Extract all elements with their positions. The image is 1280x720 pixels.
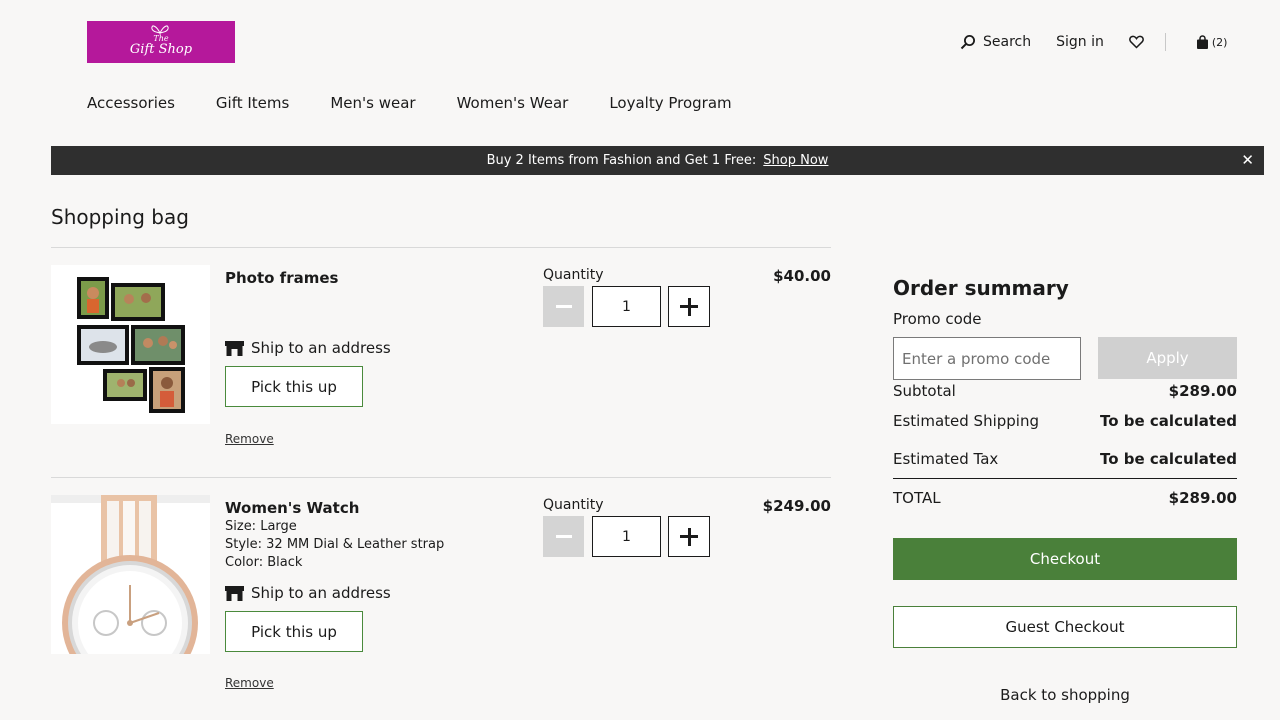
- bag-button[interactable]: (2): [1196, 34, 1228, 50]
- shopping-bag-icon: [1196, 34, 1208, 49]
- nav-item-gift-items[interactable]: Gift Items: [216, 94, 289, 112]
- product-style: Style: 32 MM Dial & Leather strap: [225, 537, 445, 552]
- item-price: $249.00: [762, 497, 831, 515]
- product-image-photo-frames[interactable]: [51, 265, 210, 424]
- product-size: Size: Large: [225, 519, 297, 534]
- nav-item-accessories[interactable]: Accessories: [87, 94, 175, 112]
- subtotal-row: Subtotal $289.00: [893, 382, 1237, 400]
- banner-text: Buy 2 Items from Fashion and Get 1 Free:: [486, 153, 757, 168]
- quantity-label: Quantity: [543, 497, 604, 513]
- store-icon: [225, 340, 244, 356]
- shop-now-link[interactable]: Shop Now: [763, 153, 828, 168]
- header-actions: Search Sign in (2): [960, 32, 1227, 52]
- store-icon: [225, 585, 244, 601]
- decrease-quantity-button[interactable]: [543, 516, 584, 557]
- quantity-input[interactable]: [592, 516, 661, 557]
- divider: [51, 247, 831, 248]
- subtotal-label: Subtotal: [893, 382, 956, 400]
- main-nav: Accessories Gift Items Men's wear Women'…: [87, 94, 773, 112]
- cart-item: Photo frames Ship to an address Pick thi…: [51, 265, 831, 465]
- ship-to-address-option[interactable]: Ship to an address: [225, 339, 391, 357]
- nav-item-loyalty-program[interactable]: Loyalty Program: [609, 94, 731, 112]
- close-icon[interactable]: ✕: [1241, 151, 1254, 169]
- total-row: TOTAL $289.00: [893, 489, 1237, 507]
- ship-to-address-option[interactable]: Ship to an address: [225, 584, 391, 602]
- signin-link[interactable]: Sign in: [1056, 34, 1104, 50]
- product-color: Color: Black: [225, 555, 303, 570]
- product-image-womens-watch[interactable]: [51, 495, 210, 654]
- butterfly-icon: [151, 25, 169, 34]
- promo-code-input[interactable]: [893, 337, 1081, 380]
- item-price: $40.00: [773, 267, 831, 285]
- bag-count: (2): [1211, 35, 1228, 49]
- remove-link[interactable]: Remove: [225, 676, 274, 690]
- guest-checkout-button[interactable]: Guest Checkout: [893, 606, 1237, 648]
- decrease-quantity-button[interactable]: [543, 286, 584, 327]
- search-icon: [960, 35, 975, 50]
- heart-icon: [1128, 35, 1144, 49]
- minus-icon: [555, 305, 572, 308]
- subtotal-value: $289.00: [1168, 382, 1237, 400]
- divider: [51, 477, 831, 478]
- shipping-value: To be calculated: [1100, 412, 1237, 430]
- promo-code-label: Promo code: [893, 310, 982, 328]
- search-button[interactable]: Search: [960, 34, 1031, 50]
- page: The Gift Shop Search Sign in (2) Accesso…: [0, 0, 1280, 720]
- remove-link[interactable]: Remove: [225, 432, 274, 446]
- summary-divider: [893, 478, 1237, 479]
- order-summary-title: Order summary: [893, 276, 1069, 300]
- tax-label: Estimated Tax: [893, 450, 999, 468]
- pick-this-up-button[interactable]: Pick this up: [225, 611, 363, 652]
- header-divider: [1164, 33, 1166, 51]
- shipping-label: Estimated Shipping: [893, 412, 1039, 430]
- product-name[interactable]: Photo frames: [225, 269, 338, 287]
- product-name[interactable]: Women's Watch: [225, 499, 359, 517]
- shipping-row: Estimated Shipping To be calculated: [893, 412, 1237, 430]
- apply-button[interactable]: Apply: [1098, 337, 1237, 379]
- tax-row: Estimated Tax To be calculated: [893, 450, 1237, 468]
- pick-this-up-button[interactable]: Pick this up: [225, 366, 363, 407]
- tax-value: To be calculated: [1100, 450, 1237, 468]
- wishlist-button[interactable]: [1128, 35, 1144, 49]
- logo-text: Gift Shop: [129, 42, 193, 57]
- womens-watch-image: [51, 495, 210, 654]
- increase-quantity-button[interactable]: [668, 286, 710, 327]
- nav-item-mens-wear[interactable]: Men's wear: [330, 94, 415, 112]
- nav-item-womens-wear[interactable]: Women's Wear: [457, 94, 569, 112]
- checkout-button[interactable]: Checkout: [893, 538, 1237, 580]
- ship-label: Ship to an address: [251, 339, 391, 357]
- increase-quantity-button[interactable]: [668, 516, 710, 557]
- search-label: Search: [983, 34, 1032, 50]
- total-value: $289.00: [1168, 489, 1237, 507]
- photo-frames-image: [77, 277, 185, 413]
- minus-icon: [555, 535, 572, 538]
- page-title: Shopping bag: [51, 205, 189, 229]
- cart-item: Women's Watch Size: Large Style: 32 MM D…: [51, 495, 831, 695]
- ship-label: Ship to an address: [251, 584, 391, 602]
- quantity-label: Quantity: [543, 267, 604, 283]
- total-label: TOTAL: [893, 489, 941, 507]
- quantity-input[interactable]: [592, 286, 661, 327]
- promo-banner: Buy 2 Items from Fashion and Get 1 Free:…: [51, 146, 1264, 175]
- brand-logo[interactable]: The Gift Shop: [87, 21, 235, 63]
- back-to-shopping-link[interactable]: Back to shopping: [893, 686, 1237, 704]
